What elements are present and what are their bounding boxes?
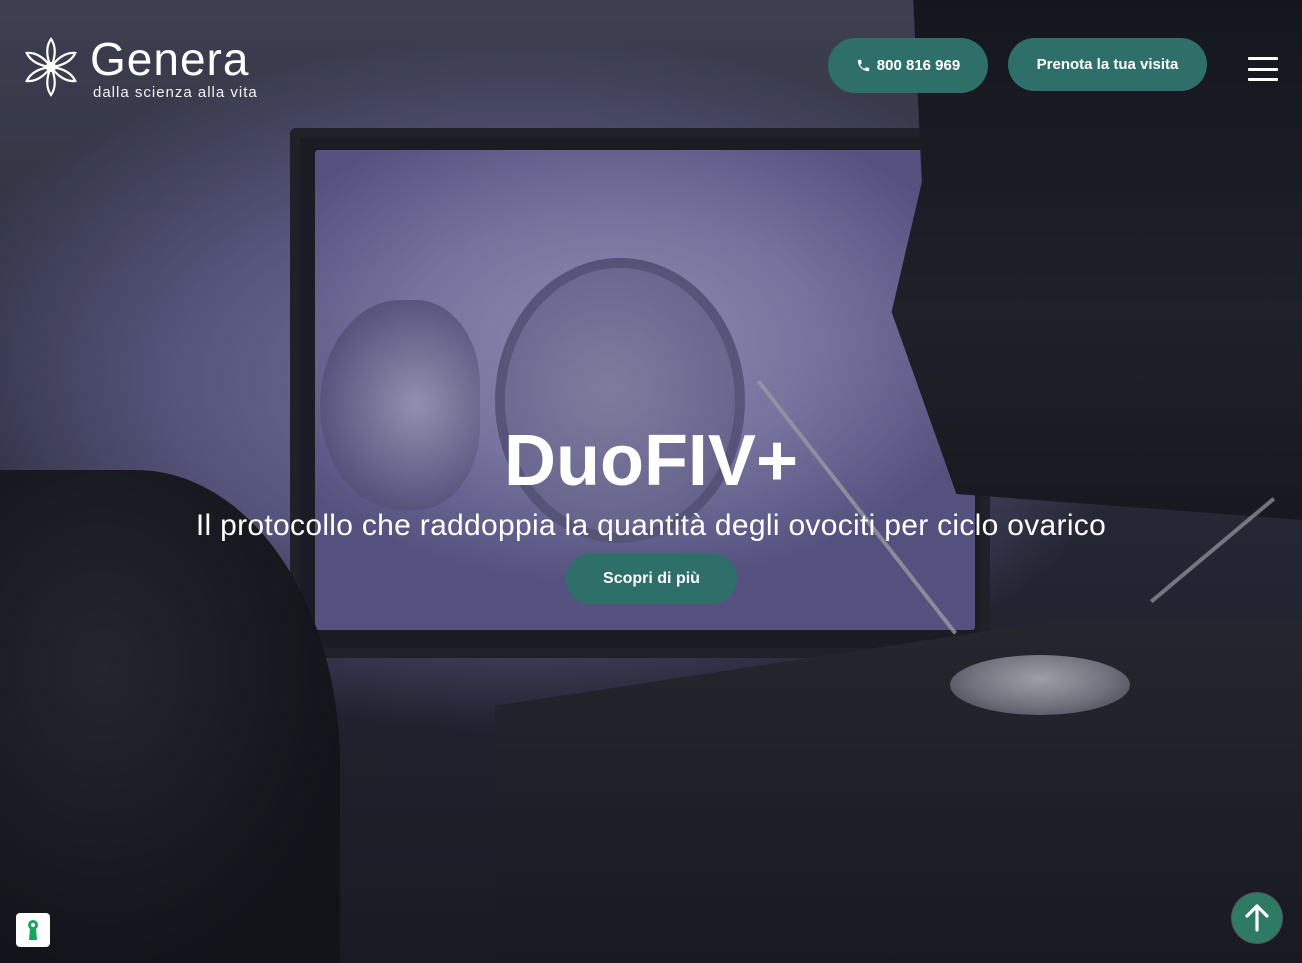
discover-more-button[interactable]: Scopri di più — [566, 553, 737, 604]
discover-more-label: Scopri di più — [603, 569, 700, 587]
keyhole-icon — [28, 920, 38, 940]
menu-line — [1248, 57, 1278, 60]
phone-icon — [857, 59, 869, 72]
menu-line — [1248, 78, 1278, 81]
book-visit-button[interactable]: Prenota la tua visita — [1008, 38, 1207, 91]
site-logo[interactable]: Genera dalla scienza alla vita — [20, 36, 258, 101]
hamburger-menu-icon[interactable] — [1248, 57, 1278, 81]
phone-button[interactable]: 800 816 969 — [828, 38, 988, 93]
phone-number: 800 816 969 — [876, 57, 961, 74]
brand-tagline: dalla scienza alla vita — [93, 84, 258, 101]
scroll-to-top-button[interactable] — [1232, 893, 1282, 943]
menu-line — [1248, 67, 1278, 71]
arrow-up-icon — [1245, 904, 1269, 932]
logo-text: Genera dalla scienza alla vita — [90, 36, 258, 101]
book-visit-label: Prenota la tua visita — [1036, 56, 1179, 73]
hero-title: DuoFIV+ — [503, 421, 798, 501]
flower-logo-icon — [25, 37, 77, 97]
brand-name: Genera — [90, 33, 250, 85]
cookie-preferences-button[interactable] — [16, 913, 50, 947]
hero-subtitle: Il protocollo che raddoppia la quantità … — [195, 509, 1107, 542]
